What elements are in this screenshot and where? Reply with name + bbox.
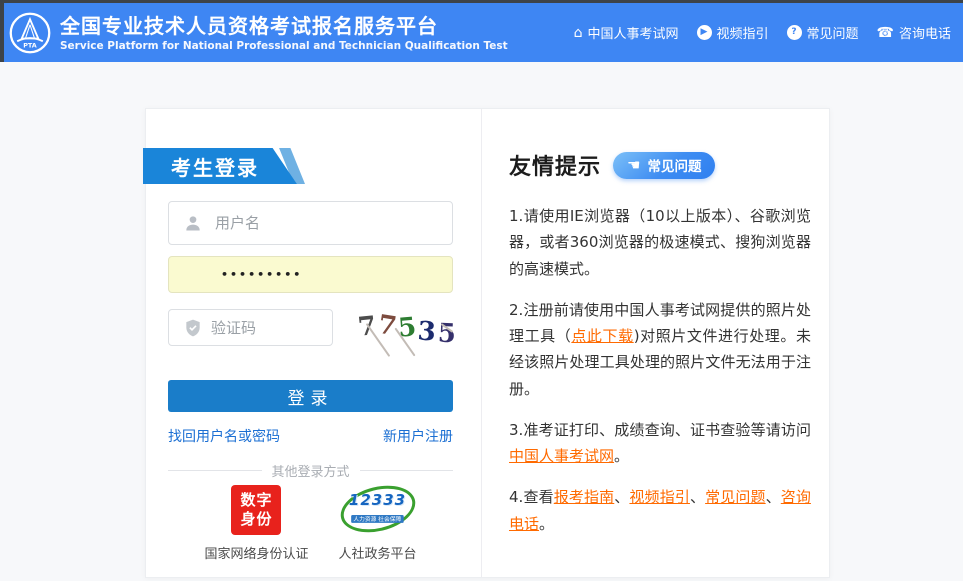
browser-top-line: [0, 0, 963, 3]
tip-inline-link[interactable]: 报考指南: [554, 488, 615, 506]
tips-header: 友情提示 ☚ 常见问题: [509, 149, 811, 181]
username-field-wrap: [168, 201, 453, 245]
nav-label: 常见问题: [806, 27, 859, 42]
other-login-methods: 数字 身份 国家网络身份认证 12333 人力资源 社会保障 人社政务平台: [168, 478, 453, 562]
pta-logo-icon: PTA: [9, 12, 51, 53]
banner-ribbon: 考生登录: [143, 148, 297, 184]
account-links-row: 找回用户名或密码 新用户注册: [168, 426, 453, 446]
digital-identity-icon-text: 身份: [240, 510, 273, 528]
12333-logo-icon: 12333 人力资源 社会保障: [335, 478, 420, 540]
tip-item-3: 3.准考证打印、成绩查询、证书查验等请访问中国人事考试网。: [509, 420, 811, 465]
renshe-platform-label: 人社政务平台: [338, 547, 417, 562]
nav-item-hotline[interactable]: ☎ 咨询电话: [876, 23, 951, 43]
header-nav: ⌂ 中国人事考试网 ▶ 视频指引 ? 常见问题 ☎ 咨询电话: [574, 23, 951, 42]
tips-panel: 友情提示 ☚ 常见问题 1.请使用IE浏览器（10以上版本）、谷歌浏览器，或者3…: [509, 149, 811, 537]
tip-item-1: 1.请使用IE浏览器（10以上版本）、谷歌浏览器，或者360浏览器的极速模式、搜…: [509, 207, 811, 278]
digital-identity-icon: 数字 身份: [231, 485, 282, 535]
phone-icon: ☎: [876, 24, 894, 41]
faq-button[interactable]: ☚ 常见问题: [613, 151, 716, 179]
12333-number: 12333: [348, 491, 407, 509]
svg-text:PTA: PTA: [23, 41, 37, 49]
site-subtitle: Service Platform for National Profession…: [60, 39, 508, 52]
site-header: PTA 全国专业技术人员资格考试报名服务平台 Service Platform …: [0, 3, 963, 62]
tip-item-2: 2.注册前请使用中国人事考试网提供的照片处理工具（点此下载)对照片文件进行处理。…: [509, 300, 811, 398]
site-titles: 全国专业技术人员资格考试报名服务平台 Service Platform for …: [60, 14, 508, 52]
captcha-field-wrap: [168, 309, 333, 346]
pointing-hand-icon: ☚: [627, 155, 641, 174]
tip-inline-link[interactable]: 点此下载: [571, 327, 633, 345]
faq-button-label: 常见问题: [647, 159, 702, 175]
password-field-wrap: [168, 256, 453, 293]
main-card: 考生登录 77535 登录 找回用户名或密码 新用户注册 其他登录方式: [143, 108, 830, 578]
left-edge-strip: [0, 0, 4, 62]
renshe-12333-login[interactable]: 12333 人力资源 社会保障 人社政务平台: [335, 478, 420, 562]
nav-item-cpta-site[interactable]: ⌂ 中国人事考试网: [573, 23, 679, 43]
nav-label: 中国人事考试网: [587, 27, 679, 42]
site-title: 全国专业技术人员资格考试报名服务平台: [60, 13, 438, 38]
forgot-credentials-link[interactable]: 找回用户名或密码: [168, 426, 280, 446]
nav-item-faq[interactable]: ? 常见问题: [786, 23, 859, 42]
home-icon: ⌂: [573, 24, 583, 41]
digital-identity-label: 国家网络身份认证: [204, 547, 309, 562]
12333-subtext: 人力资源 社会保障: [351, 515, 404, 523]
login-banner-title: 考生登录: [171, 155, 259, 180]
tip-item-4: 4.查看报考指南、视频指引、常见问题、咨询电话。: [509, 488, 811, 533]
login-button[interactable]: 登录: [168, 380, 453, 412]
user-icon: [186, 216, 200, 231]
tip-inline-link[interactable]: 常见问题: [705, 488, 766, 506]
captcha-image[interactable]: 77535: [354, 301, 457, 357]
nav-label: 视频指引: [716, 27, 769, 42]
register-link[interactable]: 新用户注册: [383, 426, 453, 446]
nav-item-video-guide[interactable]: ▶ 视频指引: [696, 23, 769, 42]
play-icon: ▶: [696, 25, 712, 40]
login-banner: 考生登录: [143, 148, 305, 184]
digital-identity-icon-text: 数字: [240, 491, 273, 510]
shield-icon: [186, 319, 200, 336]
site-brand: PTA 全国专业技术人员资格考试报名服务平台 Service Platform …: [8, 11, 508, 55]
tip-inline-link[interactable]: 视频指引: [629, 488, 690, 506]
column-divider: [481, 109, 482, 577]
digital-identity-login[interactable]: 数字 身份 国家网络身份认证: [204, 485, 309, 562]
question-icon: ?: [786, 25, 802, 40]
tip-inline-link[interactable]: 中国人事考试网: [509, 447, 614, 465]
username-input[interactable]: [169, 202, 452, 244]
password-input[interactable]: [169, 257, 452, 292]
other-login-divider: 其他登录方式: [168, 461, 453, 480]
nav-label: 咨询电话: [898, 27, 951, 42]
other-login-label: 其他登录方式: [271, 465, 350, 480]
tips-title: 友情提示: [509, 155, 602, 180]
